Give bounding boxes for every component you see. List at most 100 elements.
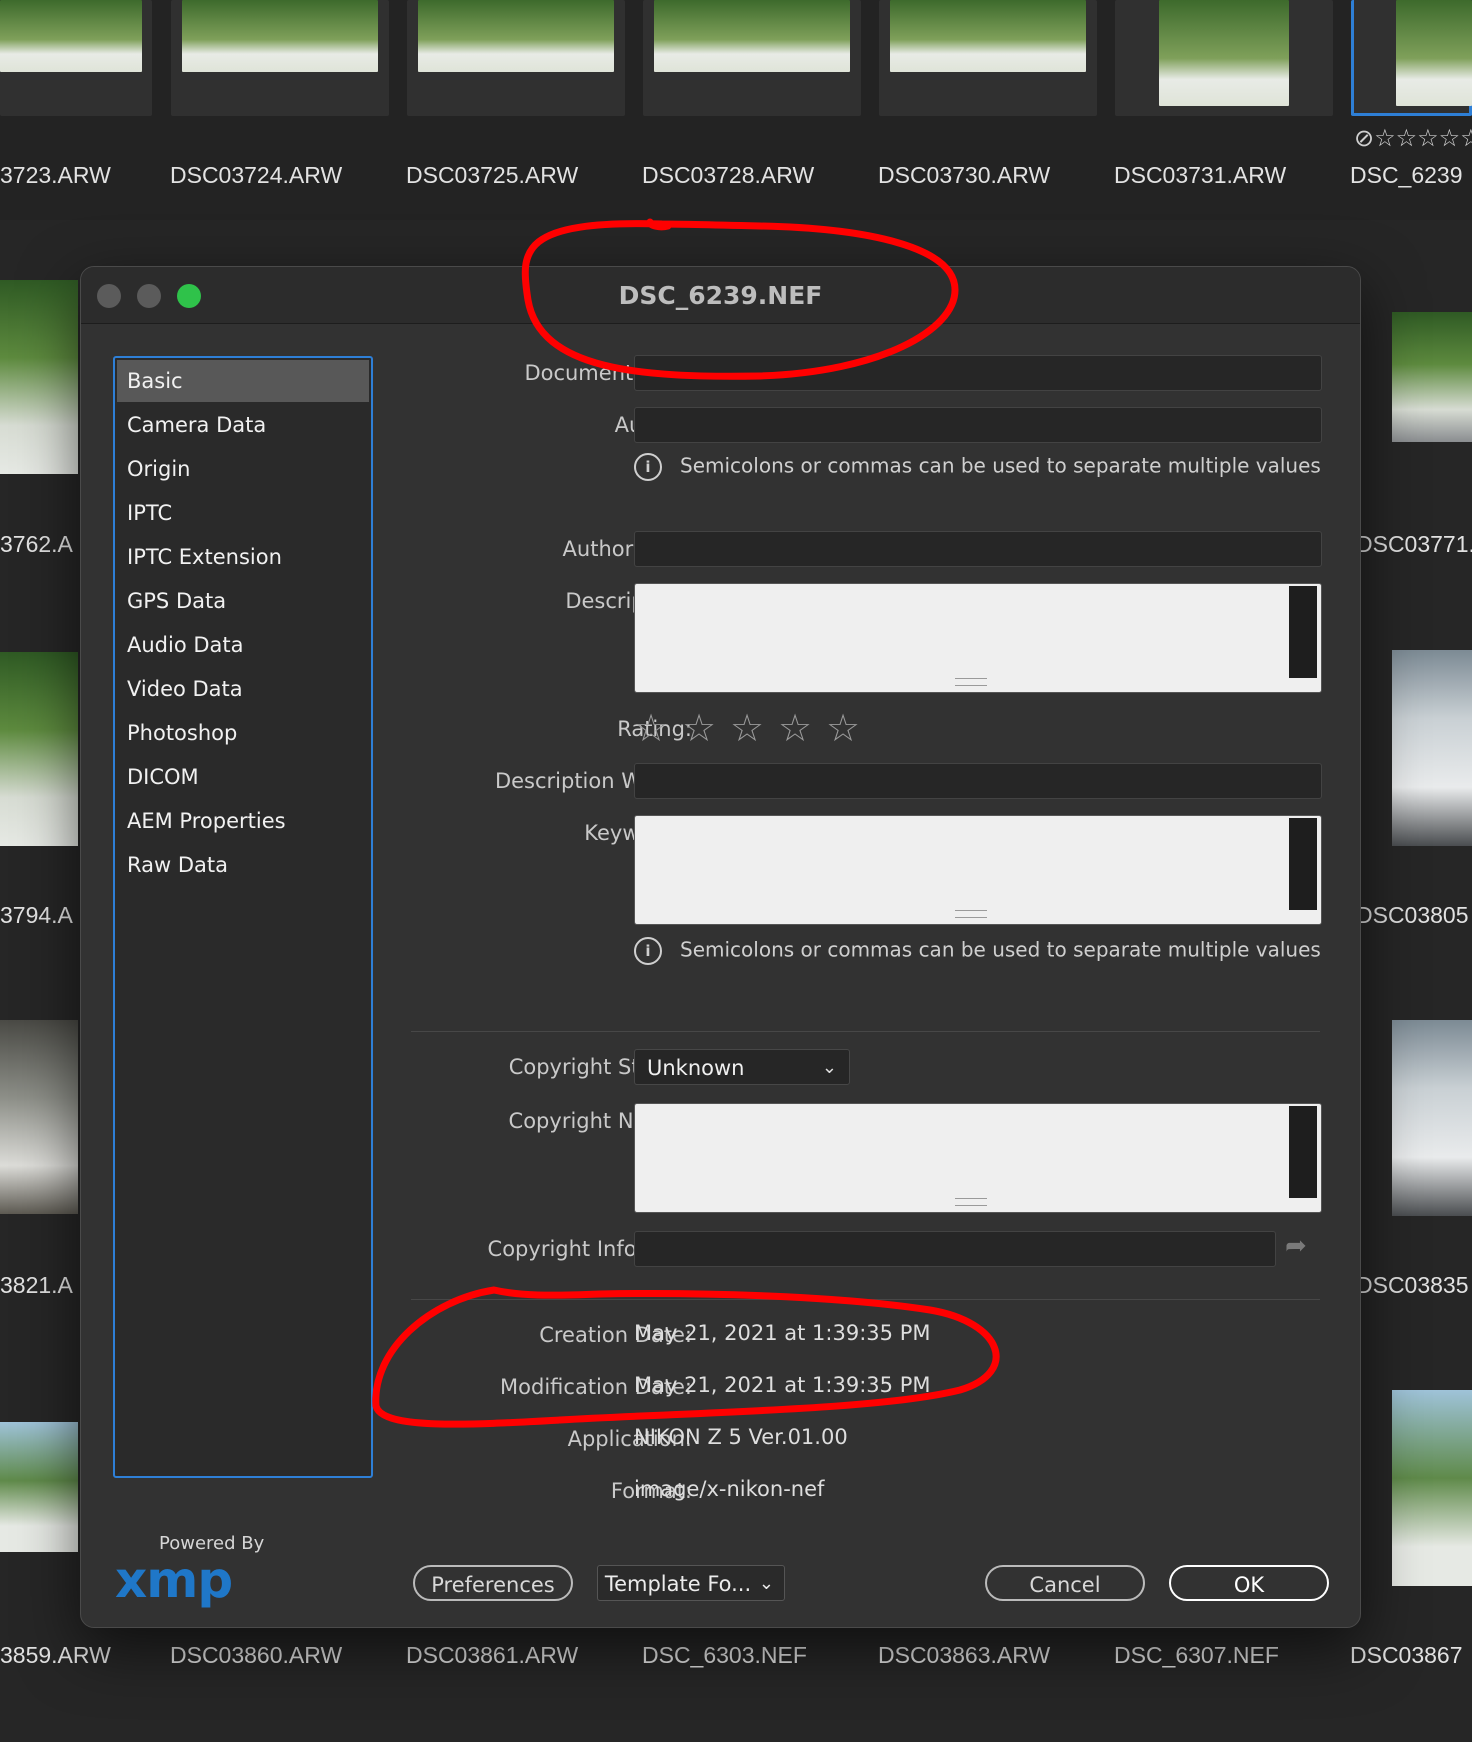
photo-thumbnail[interactable] xyxy=(0,1020,78,1214)
open-url-arrow-icon[interactable]: ➦ xyxy=(1285,1231,1307,1261)
copyright-url-input[interactable] xyxy=(634,1231,1276,1267)
thumbnail-cell[interactable] xyxy=(407,0,625,116)
sidebar-item-iptc[interactable]: IPTC xyxy=(117,492,369,534)
resize-grip-icon[interactable] xyxy=(955,910,987,918)
rating-stars[interactable]: ☆ ☆ ☆ ☆ ☆ xyxy=(634,709,874,753)
textarea-scrollbar[interactable] xyxy=(1289,586,1317,678)
format-value: image/x-nikon-nef xyxy=(634,1477,825,1501)
sidebar-item-audio-data[interactable]: Audio Data xyxy=(117,624,369,666)
preferences-button[interactable]: Preferences xyxy=(413,1565,573,1601)
star-icon[interactable]: ☆ xyxy=(634,709,668,747)
hint-text: Semicolons or commas can be used to sepa… xyxy=(680,453,1321,478)
file-name: DSC_6239 xyxy=(1350,162,1463,188)
metadata-category-list[interactable]: Basic Camera Data Origin IPTC IPTC Exten… xyxy=(113,356,373,1478)
author-title-input[interactable] xyxy=(634,531,1322,567)
ok-button[interactable]: OK xyxy=(1169,1565,1329,1601)
file-name: 3794.A xyxy=(0,902,73,928)
file-name: 3821.A xyxy=(0,1272,73,1298)
file-name: DSC03860.ARW xyxy=(170,1642,343,1668)
file-name: DSC03863.ARW xyxy=(878,1642,1051,1668)
info-icon: i xyxy=(634,453,662,481)
description-writer-input[interactable] xyxy=(634,763,1322,799)
selected-rating[interactable]: ⊘☆☆☆☆☆ xyxy=(1354,124,1472,152)
file-name: 3859.ARW xyxy=(0,1642,111,1668)
chevron-down-icon: ⌄ xyxy=(758,1573,774,1594)
photo-thumbnail[interactable] xyxy=(1392,312,1472,442)
author-input[interactable] xyxy=(634,407,1322,443)
sidebar-item-aem-properties[interactable]: AEM Properties xyxy=(117,800,369,842)
file-name: DSC03731.ARW xyxy=(1114,162,1287,188)
file-name: DSC03725.ARW xyxy=(406,162,579,188)
photo-thumbnail[interactable] xyxy=(1392,1020,1472,1216)
info-icon: i xyxy=(634,937,662,965)
photo-thumbnail[interactable] xyxy=(0,1422,78,1552)
photo-thumbnail[interactable] xyxy=(1392,1390,1472,1586)
document-title-input[interactable] xyxy=(634,355,1322,391)
sidebar-item-video-data[interactable]: Video Data xyxy=(117,668,369,710)
copyright-status-select[interactable]: Unknown ⌄ xyxy=(634,1049,850,1085)
keywords-hint: i Semicolons or commas can be used to sep… xyxy=(634,937,1321,965)
thumbnail-cell[interactable] xyxy=(171,0,389,116)
sidebar-item-dicom[interactable]: DICOM xyxy=(117,756,369,798)
photo-thumbnail xyxy=(890,0,1086,72)
sidebar-item-basic[interactable]: Basic xyxy=(117,360,369,402)
file-name: DSC_6303.NEF xyxy=(642,1642,807,1668)
star-icon[interactable]: ☆ xyxy=(826,709,860,747)
thumbnail-cell[interactable] xyxy=(879,0,1097,116)
star-icon[interactable]: ☆ xyxy=(682,709,716,747)
file-name: DSC03867 xyxy=(1350,1642,1463,1668)
author-hint: i Semicolons or commas can be used to sep… xyxy=(634,453,1321,481)
thumbnail-cell[interactable] xyxy=(0,0,152,116)
description-textarea[interactable] xyxy=(634,583,1322,693)
photo-thumbnail xyxy=(654,0,850,72)
sidebar-item-origin[interactable]: Origin xyxy=(117,448,369,490)
file-name: DSC03861.ARW xyxy=(406,1642,579,1668)
file-name: DSC03730.ARW xyxy=(878,162,1051,188)
sidebar-item-iptc-extension[interactable]: IPTC Extension xyxy=(117,536,369,578)
application-value: NIKON Z 5 Ver.01.00 xyxy=(634,1425,848,1449)
resize-grip-icon[interactable] xyxy=(955,1198,987,1206)
template-folder-menu[interactable]: Template Fo... ⌄ xyxy=(597,1565,785,1601)
resize-grip-icon[interactable] xyxy=(955,678,987,686)
thumbnail-row-top: ⊘☆☆☆☆☆ 3723.ARW DSC03724.ARW DSC03725.AR… xyxy=(0,0,1472,220)
file-name: 3762.A xyxy=(0,531,73,557)
textarea-scrollbar[interactable] xyxy=(1289,818,1317,910)
photo-thumbnail[interactable] xyxy=(0,652,78,846)
star-icon[interactable]: ☆ xyxy=(730,709,764,747)
copyright-notice-textarea[interactable] xyxy=(634,1103,1322,1213)
modification-date-value: May 21, 2021 at 1:39:35 PM xyxy=(634,1373,931,1397)
photo-thumbnail xyxy=(0,0,142,72)
thumbnail-cell[interactable] xyxy=(1115,0,1333,116)
photo-thumbnail xyxy=(418,0,614,72)
star-rating-icons[interactable]: ☆☆☆☆☆ xyxy=(1374,124,1472,152)
template-folder-label: Template Fo... xyxy=(604,1572,752,1596)
file-name: DSC_6307.NEF xyxy=(1114,1642,1279,1668)
copyright-status-value: Unknown xyxy=(647,1056,745,1080)
reject-icon[interactable]: ⊘ xyxy=(1354,124,1374,152)
photo-thumbnail xyxy=(182,0,378,72)
creation-date-value: May 21, 2021 at 1:39:35 PM xyxy=(634,1321,931,1345)
file-name: DSC03771. xyxy=(1356,531,1472,557)
xmp-wordmark: xmp xyxy=(115,1551,233,1609)
thumbnail-cell[interactable] xyxy=(643,0,861,116)
photo-thumbnail xyxy=(1159,0,1289,106)
sidebar-item-camera-data[interactable]: Camera Data xyxy=(117,404,369,446)
thumbnail-cell-selected[interactable] xyxy=(1351,0,1472,116)
sidebar-item-raw-data[interactable]: Raw Data xyxy=(117,844,369,886)
dialog-titlebar[interactable]: DSC_6239.NEF xyxy=(81,267,1360,324)
file-name: DSC03835 xyxy=(1356,1272,1469,1298)
textarea-scrollbar[interactable] xyxy=(1289,1106,1317,1198)
file-name: 3723.ARW xyxy=(0,162,111,188)
photo-thumbnail[interactable] xyxy=(1392,650,1472,846)
cancel-button[interactable]: Cancel xyxy=(985,1565,1145,1601)
photo-thumbnail[interactable] xyxy=(0,280,78,474)
file-name: DSC03805 xyxy=(1356,902,1469,928)
file-name: DSC03724.ARW xyxy=(170,162,343,188)
star-icon[interactable]: ☆ xyxy=(778,709,812,747)
hint-text: Semicolons or commas can be used to sepa… xyxy=(680,937,1321,962)
sidebar-item-photoshop[interactable]: Photoshop xyxy=(117,712,369,754)
dialog-title: DSC_6239.NEF xyxy=(618,281,823,310)
sidebar-item-gps-data[interactable]: GPS Data xyxy=(117,580,369,622)
section-divider xyxy=(411,1299,1320,1300)
keywords-textarea[interactable] xyxy=(634,815,1322,925)
